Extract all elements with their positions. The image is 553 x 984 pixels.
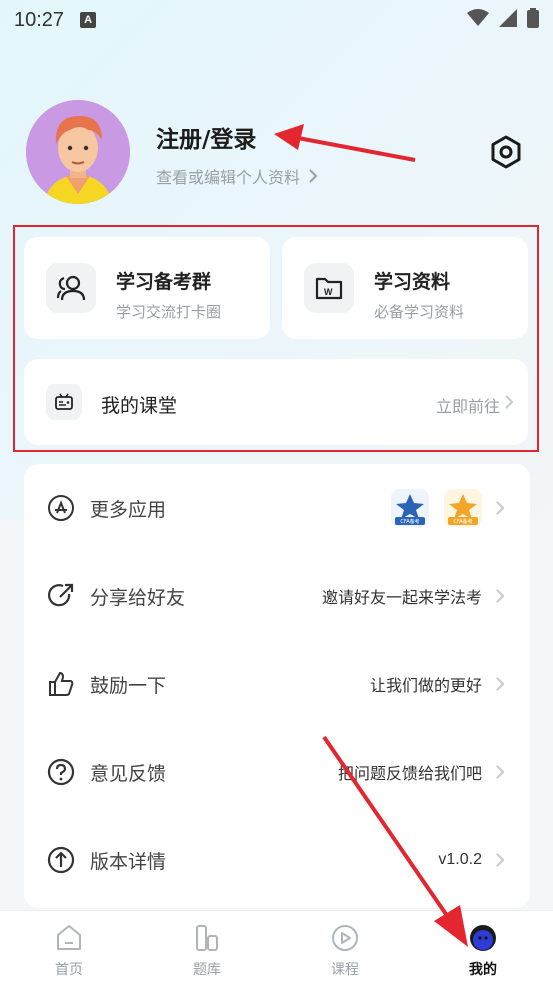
annotation-arrow-top [274, 124, 416, 162]
group-people-icon [56, 275, 86, 301]
my-classroom-title: 我的课堂 [101, 395, 178, 417]
materials-card[interactable]: W 学习资料 必备学习资料 [282, 237, 528, 339]
materials-subtitle: 必备学习资料 [374, 303, 465, 321]
encourage-value: 让我们做的更好 [369, 676, 482, 695]
svg-text:W: W [324, 287, 333, 297]
feedback-label: 意见反馈 [90, 762, 167, 785]
classroom-tv-icon [55, 393, 73, 410]
status-indicators [467, 8, 539, 28]
tab-home-label: 首页 [55, 962, 83, 978]
share-icon [46, 581, 76, 611]
app-store-icon [46, 493, 76, 523]
question-bank-icon [196, 925, 218, 951]
wifi-icon [467, 9, 489, 26]
chevron-right-icon [496, 677, 505, 691]
word-folder-icon: W [315, 277, 343, 300]
avatar[interactable] [26, 100, 130, 204]
status-time: 10:27 [14, 8, 65, 31]
tab-question-bank-label: 题库 [193, 962, 221, 978]
settings-hexagon-icon [491, 135, 521, 169]
study-group-icon-box [46, 263, 96, 313]
chevron-right-icon [505, 395, 514, 409]
svg-text:CFA备考: CFA备考 [400, 518, 419, 525]
encourage-label: 鼓励一下 [90, 674, 167, 697]
tab-home[interactable]: 首页 [0, 911, 138, 984]
upgrade-arrow-icon [46, 845, 76, 875]
chevron-right-icon [309, 169, 318, 183]
study-group-title: 学习备考群 [116, 271, 212, 293]
login-title[interactable]: 注册/登录 [156, 120, 256, 154]
share-label: 分享给好友 [90, 586, 186, 609]
chevron-right-icon [496, 589, 505, 603]
more-apps-label: 更多应用 [90, 498, 167, 521]
signal-icon [499, 9, 517, 27]
cfa-app-badge-orange[interactable]: CFA备考 [444, 489, 482, 527]
thumbs-up-icon [46, 669, 76, 699]
home-icon [57, 925, 81, 950]
avatar-image [26, 100, 130, 204]
tab-question-bank[interactable]: 题库 [138, 911, 276, 984]
classroom-go-label: 立即前往 [435, 397, 500, 416]
classroom-icon-box [46, 384, 82, 420]
encourage-row[interactable]: 鼓励一下 让我们做的更好 [24, 640, 530, 728]
annotation-arrow-bottom [322, 735, 468, 947]
chevron-right-icon [496, 501, 505, 515]
svg-text:CFA备考: CFA备考 [453, 518, 472, 525]
more-apps-row[interactable]: 更多应用 CFA备考 CFA备考 [24, 464, 530, 552]
cfa-app-badge-blue[interactable]: CFA备考 [391, 489, 429, 527]
settings-button[interactable] [488, 134, 524, 170]
share-row[interactable]: 分享给好友 邀请好友一起来学法考 [24, 552, 530, 640]
edit-profile-label: 查看或编辑个人资料 [156, 168, 301, 187]
chevron-right-icon [496, 853, 505, 867]
tab-course-label: 课程 [331, 962, 359, 978]
notification-icon: A [80, 12, 97, 28]
tab-mine-label: 我的 [469, 962, 497, 978]
share-value: 邀请好友一起来学法考 [321, 588, 482, 607]
my-classroom-card[interactable]: 我的课堂 立即前往 [24, 359, 528, 445]
materials-title: 学习资料 [374, 271, 451, 293]
status-bar: 10:27 A [0, 0, 553, 40]
edit-profile-link[interactable]: 查看或编辑个人资料 [156, 164, 318, 188]
materials-icon-box: W [304, 263, 354, 313]
study-group-card[interactable]: 学习备考群 学习交流打卡圈 [24, 237, 270, 339]
study-group-subtitle: 学习交流打卡圈 [116, 303, 222, 321]
question-circle-icon [46, 757, 76, 787]
version-label: 版本详情 [90, 850, 167, 873]
chevron-right-icon [496, 765, 505, 779]
battery-icon [527, 8, 539, 28]
